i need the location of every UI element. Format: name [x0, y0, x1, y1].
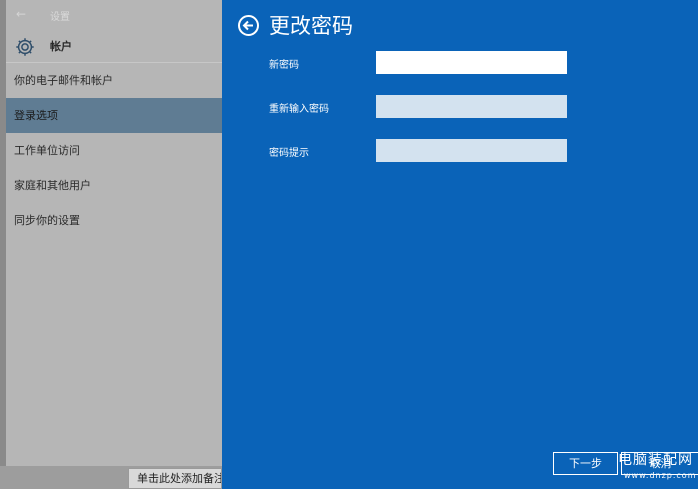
- change-password-dialog: 更改密码 新密码 重新输入密码 密码提示 下一步 取消 电脑装配网 www.dn…: [222, 0, 698, 489]
- settings-nav: 你的电子邮件和帐户 登录选项 工作单位访问 家庭和其他用户 同步你的设置: [6, 62, 222, 238]
- nav-item-email-accounts[interactable]: 你的电子邮件和帐户: [6, 62, 222, 98]
- nav-item-sign-in-options[interactable]: 登录选项: [6, 98, 222, 133]
- settings-titlebar: ← 设置: [6, 0, 222, 28]
- back-arrow-icon[interactable]: ←: [16, 7, 26, 21]
- next-button[interactable]: 下一步: [553, 452, 618, 475]
- password-hint-input[interactable]: [376, 139, 567, 162]
- confirm-password-label: 重新输入密码: [269, 104, 329, 115]
- watermark-sub: www.dnzp.com: [624, 471, 697, 480]
- settings-window: ← 设置 帐户 你的电子邮件和帐户 登录选项 工作单位访问 家庭和其他用户 同步…: [6, 0, 222, 466]
- nav-item-family-users[interactable]: 家庭和其他用户: [6, 168, 222, 203]
- watermark: 电脑装配网 www.dnzp.com: [618, 449, 698, 485]
- accounts-heading: 帐户: [50, 40, 72, 53]
- new-password-input[interactable]: [376, 51, 567, 74]
- watermark-main: 电脑装配网: [618, 452, 693, 468]
- password-hint-label: 密码提示: [269, 148, 309, 159]
- settings-title: 设置: [50, 12, 70, 23]
- dialog-title: 更改密码: [269, 14, 353, 38]
- add-note-button[interactable]: 单击此处添加备注: [128, 468, 222, 489]
- back-circle-icon[interactable]: [238, 15, 259, 36]
- nav-item-sync-settings[interactable]: 同步你的设置: [6, 203, 222, 238]
- gear-icon: [16, 38, 34, 56]
- new-password-label: 新密码: [269, 60, 299, 71]
- nav-item-work-access[interactable]: 工作单位访问: [6, 133, 222, 168]
- confirm-password-input[interactable]: [376, 95, 567, 118]
